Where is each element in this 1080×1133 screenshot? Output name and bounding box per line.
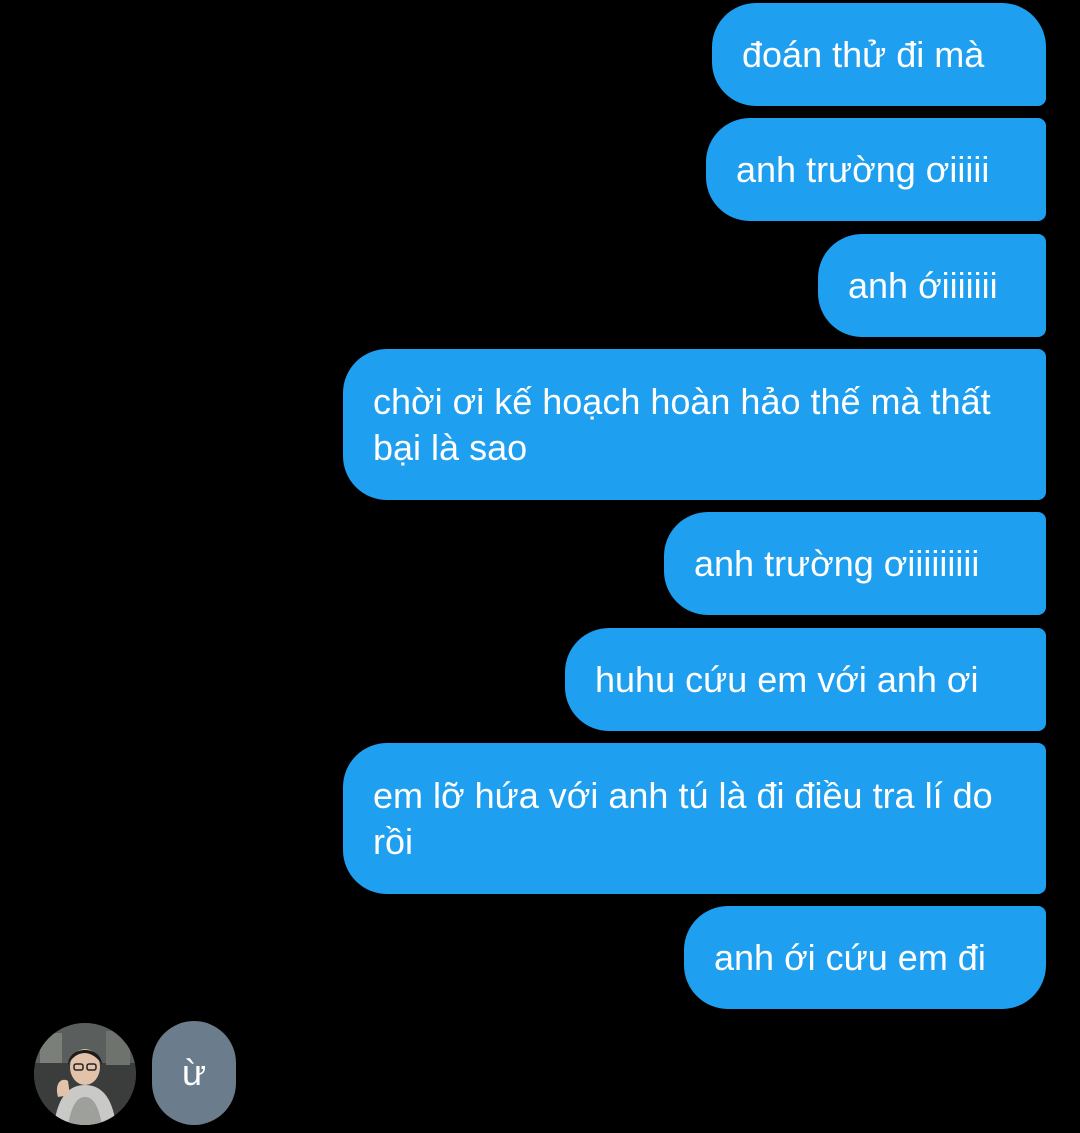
outgoing-message[interactable]: anh ới cứu em đi [684, 906, 1046, 1009]
message-text: anh ớiiiiiii [848, 264, 998, 306]
incoming-message[interactable]: ừ [152, 1021, 236, 1125]
message-thread: đoán thử đi mà anh trường ơiiiii anh ớii… [0, 0, 1080, 1133]
message-text: huhu cứu em với anh ơi [595, 658, 979, 700]
outgoing-message[interactable]: đoán thử đi mà [712, 3, 1046, 106]
message-text: chời ơi kế hoạch hoàn hảo thế mà thất bạ… [373, 380, 1001, 468]
outgoing-message[interactable]: chời ơi kế hoạch hoàn hảo thế mà thất bạ… [343, 349, 1046, 500]
message-text: anh ới cứu em đi [714, 936, 986, 978]
outgoing-message[interactable]: anh ớiiiiiii [818, 234, 1046, 337]
outgoing-message[interactable]: em lỡ hứa với anh tú là đi điều tra lí d… [343, 743, 1046, 894]
avatar-photo-icon [34, 1023, 136, 1125]
message-text: đoán thử đi mà [742, 33, 985, 75]
message-text: anh trường ơiiiiiiiii [694, 542, 980, 584]
outgoing-message[interactable]: anh trường ơiiiiiiiii [664, 512, 1046, 615]
message-text: anh trường ơiiiii [736, 148, 990, 190]
contact-avatar[interactable] [34, 1023, 136, 1125]
outgoing-message[interactable]: anh trường ơiiiii [706, 118, 1046, 221]
message-text: em lỡ hứa với anh tú là đi điều tra lí d… [373, 774, 1003, 862]
outgoing-message[interactable]: huhu cứu em với anh ơi [565, 628, 1046, 731]
message-text: ừ [181, 1052, 207, 1093]
